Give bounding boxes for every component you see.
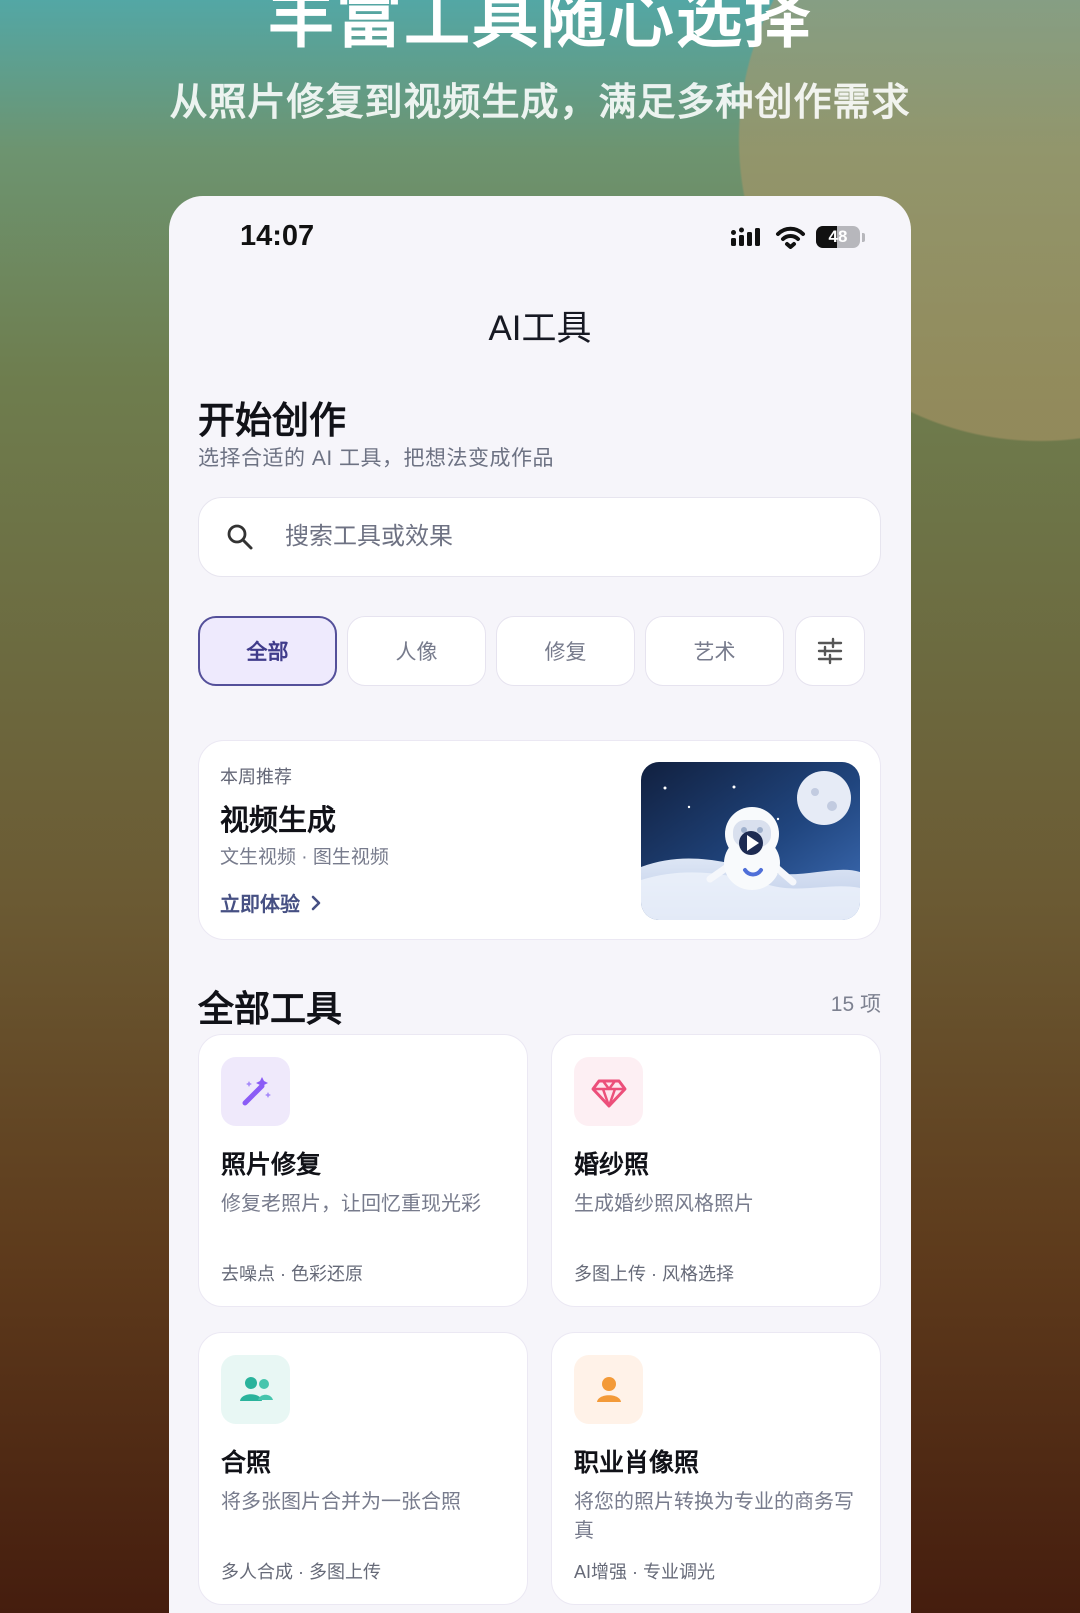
intro-subtitle: 选择合适的 AI 工具，把想法变成作品 bbox=[198, 447, 555, 470]
tool-title: 职业肖像照 bbox=[574, 1449, 700, 1477]
filter-repair[interactable]: 修复 bbox=[496, 616, 635, 686]
tool-icon-container bbox=[221, 1355, 290, 1424]
tool-tags: 去噪点 · 色彩还原 bbox=[221, 1264, 363, 1284]
sliders-icon bbox=[817, 637, 843, 665]
hero-title: 丰富工具随心选择 bbox=[268, 0, 812, 55]
app-promo-canvas: 丰富工具随心选择 从照片修复到视频生成，满足多种创作需求 14:07 48 AI… bbox=[0, 0, 1080, 1613]
status-icons: 48 bbox=[731, 224, 865, 250]
group-people-icon bbox=[239, 1376, 273, 1401]
chevron-right-icon bbox=[311, 895, 321, 910]
tool-icon-container bbox=[221, 1057, 290, 1126]
tool-card-wedding-photo[interactable]: 婚纱照 生成婚纱照风格照片 多图上传 · 风格选择 bbox=[551, 1034, 881, 1307]
all-tools-title: 全部工具 bbox=[198, 988, 343, 1029]
status-bar: 14:07 48 bbox=[169, 196, 911, 276]
featured-cta-link[interactable]: 立即体验 bbox=[220, 888, 324, 917]
tool-icon-container bbox=[574, 1057, 643, 1126]
battery-cap bbox=[862, 232, 865, 242]
magic-wand-icon bbox=[242, 1076, 271, 1105]
wifi-icon bbox=[776, 226, 805, 249]
tool-card-group-photo[interactable]: 合照 将多张图片合并为一张合照 多人合成 · 多图上传 bbox=[198, 1332, 528, 1605]
search-box[interactable] bbox=[198, 497, 881, 577]
featured-title: 视频生成 bbox=[220, 805, 337, 837]
signal-icon bbox=[731, 227, 760, 246]
filter-art[interactable]: 艺术 bbox=[645, 616, 784, 686]
tool-tags: 多图上传 · 风格选择 bbox=[574, 1264, 734, 1284]
tool-card-photo-repair[interactable]: 照片修复 修复老照片，让回忆重现光彩 去噪点 · 色彩还原 bbox=[198, 1034, 528, 1307]
tool-card-professional-portrait[interactable]: 职业肖像照 将您的照片转换为专业的商务写真 AI增强 · 专业调光 bbox=[551, 1332, 881, 1605]
nav-title: AI工具 bbox=[488, 309, 592, 348]
featured-meta: 文生视频 · 图生视频 bbox=[220, 847, 389, 868]
featured-cta-label: 立即体验 bbox=[220, 894, 300, 916]
tool-description: 将您的照片转换为专业的商务写真 bbox=[574, 1491, 854, 1542]
status-time: 14:07 bbox=[240, 220, 315, 252]
tool-description: 生成婚纱照风格照片 bbox=[574, 1193, 754, 1215]
filter-portrait[interactable]: 人像 bbox=[347, 616, 486, 686]
tool-title: 婚纱照 bbox=[574, 1151, 650, 1179]
featured-card[interactable]: 本周推荐 视频生成 文生视频 · 图生视频 立即体验 bbox=[198, 740, 881, 940]
tool-tags: AI增强 · 专业调光 bbox=[574, 1562, 716, 1582]
tool-description: 将多张图片合并为一张合照 bbox=[221, 1491, 461, 1513]
battery-icon: 48 bbox=[816, 226, 860, 248]
filter-bar: 全部 人像 修复 艺术 bbox=[198, 616, 888, 686]
hero-subtitle: 从照片修复到视频生成，满足多种创作需求 bbox=[169, 82, 911, 124]
tool-tags: 多人合成 · 多图上传 bbox=[221, 1562, 381, 1582]
battery-percentage: 48 bbox=[828, 227, 848, 246]
tool-description: 修复老照片，让回忆重现光彩 bbox=[221, 1193, 481, 1215]
tool-title: 照片修复 bbox=[221, 1151, 322, 1179]
diamond-icon bbox=[591, 1079, 626, 1107]
filter-all[interactable]: 全部 bbox=[198, 616, 337, 686]
tool-icon-container bbox=[574, 1355, 643, 1424]
phone-screen: 14:07 48 AI工具 开始创作 选择合适的 AI 工具，把想法变成作品 搜… bbox=[169, 196, 911, 1613]
person-icon bbox=[596, 1376, 621, 1402]
all-tools-count: 15 项 bbox=[830, 993, 881, 1016]
astronaut-video-illustration bbox=[641, 762, 860, 920]
featured-eyebrow: 本周推荐 bbox=[220, 767, 292, 787]
tool-title: 合照 bbox=[221, 1449, 272, 1477]
search-icon bbox=[227, 524, 253, 550]
intro-title: 开始创作 bbox=[198, 400, 346, 441]
filter-settings-button[interactable] bbox=[795, 616, 865, 686]
search-input[interactable] bbox=[285, 523, 785, 551]
